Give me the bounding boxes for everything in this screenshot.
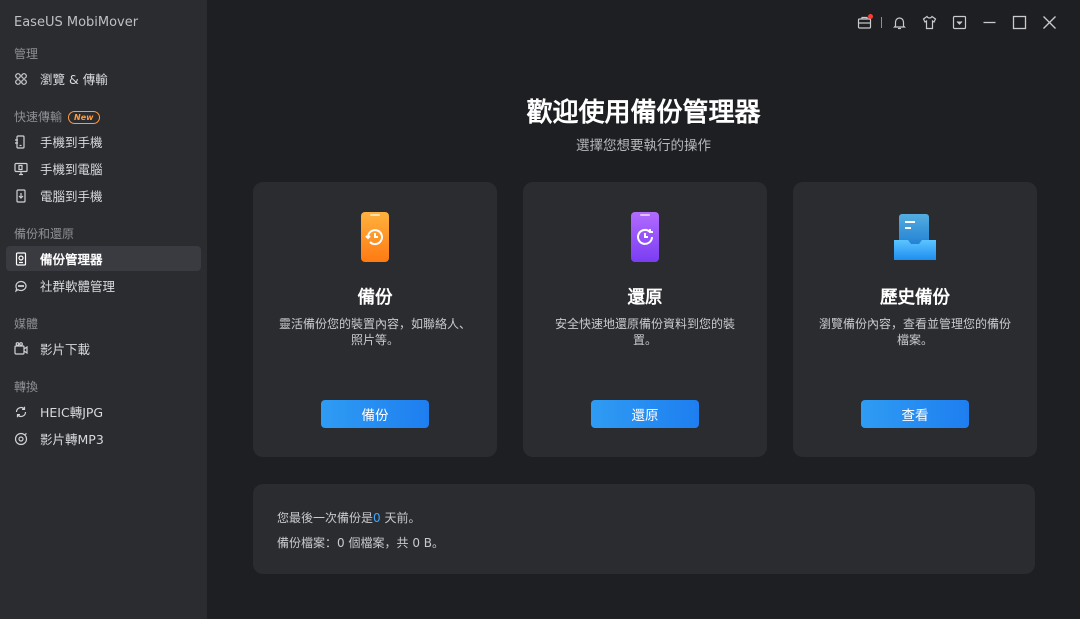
card-description: 安全快速地還原備份資料到您的裝置。 <box>554 317 735 347</box>
section-label-text: 快速傳輸 <box>14 110 63 124</box>
card-title: 還原 <box>627 288 663 308</box>
main-content: 歡迎使用備份管理器 選擇您想要執行的操作 備份 靈活備份您的裝置內容，如聯絡人、… <box>207 0 1080 619</box>
phone-to-phone-icon <box>14 134 28 149</box>
action-cards: 備份 靈活備份您的裝置內容，如聯絡人、照片等。 備份 還原 安全快速地還原備份資… <box>253 182 1037 457</box>
sidebar-item-label: 備份管理器 <box>40 252 103 267</box>
history-backup-card: 歷史備份 瀏覽備份內容，查看並管理您的備份檔案。 查看 <box>793 182 1037 457</box>
restore-card: 還原 安全快速地還原備份資料到您的裝置。 還原 <box>523 182 767 457</box>
backup-phone-icon <box>361 212 389 262</box>
section-label-manage: 管理 <box>14 47 39 61</box>
sidebar-item-phone-to-phone[interactable]: 手機到手機 <box>6 129 201 154</box>
dropdown-menu-icon <box>952 15 966 29</box>
phone-to-pc-icon <box>14 162 28 176</box>
sidebar-item-heic-to-jpg[interactable]: HEIC轉JPG <box>6 399 201 424</box>
section-label-backup-restore: 備份和還原 <box>14 227 75 241</box>
backup-card: 備份 靈活備份您的裝置內容，如聯絡人、照片等。 備份 <box>253 182 497 457</box>
last-backup-info: 您最後一次備份是0 天前。 <box>277 510 1011 526</box>
menu-button[interactable] <box>944 7 974 37</box>
info-text: 您最後一次備份是 <box>277 511 374 525</box>
sidebar-item-label: 社群軟體管理 <box>40 279 116 294</box>
music-convert-icon <box>14 432 28 446</box>
app-window: EaseUS MobiMover 管理 瀏覽 & 傳輸 快速傳輸 New 手機到… <box>0 0 1080 619</box>
page-title: 歡迎使用備份管理器 <box>526 98 761 128</box>
minimize-button[interactable] <box>974 7 1004 37</box>
history-backup-icon <box>894 214 936 260</box>
skin-button[interactable] <box>914 7 944 37</box>
info-text: 。 <box>432 536 445 550</box>
video-download-icon <box>14 341 28 356</box>
sidebar-item-label: 手機到電腦 <box>40 162 103 177</box>
file-count: 0 <box>337 536 345 550</box>
minimize-icon <box>983 21 995 23</box>
sidebar-item-social-apps[interactable]: 社群軟體管理 <box>6 273 201 298</box>
backup-files-info: 備份檔案：0 個檔案，共 0 B。 <box>277 535 1011 551</box>
title-bar <box>207 0 1080 44</box>
sidebar-item-video-download[interactable]: 影片下載 <box>6 336 201 361</box>
convert-icon <box>14 405 28 419</box>
sidebar-item-label: 手機到手機 <box>40 135 103 150</box>
sidebar-item-label: HEIC轉JPG <box>40 405 104 420</box>
chat-icon <box>14 279 28 293</box>
sidebar-item-phone-to-pc[interactable]: 手機到電腦 <box>6 156 201 181</box>
pc-to-phone-icon <box>14 188 28 203</box>
tshirt-icon <box>922 15 936 29</box>
toolbox-button[interactable] <box>849 7 879 37</box>
restore-button[interactable]: 還原 <box>591 400 699 428</box>
notifications-button[interactable] <box>884 7 914 37</box>
toolbar-separator <box>881 16 882 28</box>
info-text: 備份檔案： <box>277 536 338 550</box>
sidebar-item-pc-to-phone[interactable]: 電腦到手機 <box>6 183 201 208</box>
view-button[interactable]: 查看 <box>861 400 969 428</box>
close-button[interactable] <box>1034 7 1064 37</box>
restore-phone-icon <box>631 212 659 262</box>
card-description: 瀏覽備份內容，查看並管理您的備份檔案。 <box>819 317 1012 347</box>
sidebar-item-backup-manager[interactable]: 備份管理器 <box>6 246 201 271</box>
new-badge: New <box>68 110 100 124</box>
close-icon <box>1042 15 1056 29</box>
sidebar-item-label: 影片轉MP3 <box>40 432 104 447</box>
sidebar: EaseUS MobiMover 管理 瀏覽 & 傳輸 快速傳輸 New 手機到… <box>0 0 207 619</box>
backup-button[interactable]: 備份 <box>321 400 429 428</box>
grid-icon <box>14 72 28 86</box>
card-title: 備份 <box>357 288 393 308</box>
sidebar-item-label: 影片下載 <box>40 342 91 357</box>
sidebar-item-browse-transfer[interactable]: 瀏覽 & 傳輸 <box>6 66 201 91</box>
notification-dot <box>868 14 873 19</box>
card-title: 歷史備份 <box>880 288 950 308</box>
section-label-quick-transfer: 快速傳輸 New <box>0 107 207 127</box>
info-text: 天前。 <box>384 511 421 525</box>
maximize-button[interactable] <box>1004 7 1034 37</box>
page-subtitle: 選擇您想要執行的操作 <box>576 138 711 154</box>
bell-icon <box>892 16 906 29</box>
backup-manager-icon <box>14 251 28 266</box>
info-text: 個檔案，共 <box>348 536 409 550</box>
backup-info-panel: 您最後一次備份是0 天前。 備份檔案：0 個檔案，共 0 B。 <box>253 484 1035 574</box>
maximize-icon <box>1012 15 1026 29</box>
sidebar-item-label: 電腦到手機 <box>40 189 103 204</box>
sidebar-item-label: 瀏覽 & 傳輸 <box>40 72 108 87</box>
section-label-media: 媒體 <box>14 317 39 331</box>
file-size: 0 B <box>412 536 433 550</box>
section-label-convert: 轉換 <box>14 380 39 394</box>
sidebar-item-video-to-mp3[interactable]: 影片轉MP3 <box>6 426 201 451</box>
card-description: 靈活備份您的裝置內容，如聯絡人、照片等。 <box>279 317 472 347</box>
last-backup-days: 0 <box>373 511 381 525</box>
app-title: EaseUS MobiMover <box>14 15 139 30</box>
